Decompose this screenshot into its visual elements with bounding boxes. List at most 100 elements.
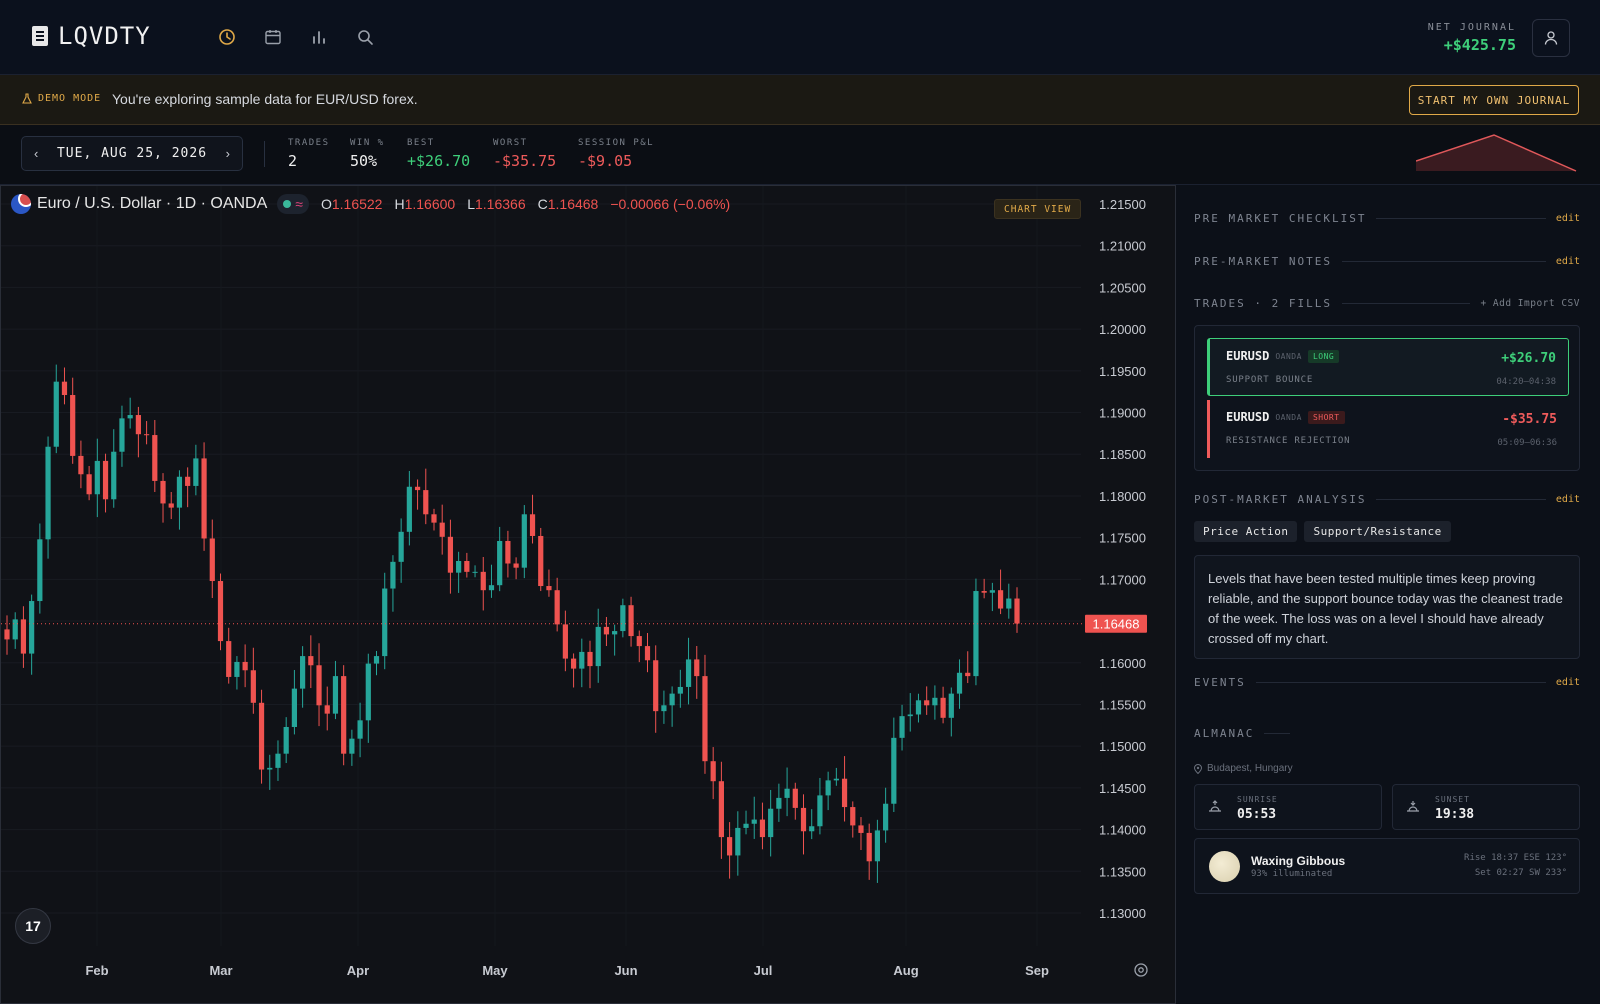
candle-body (193, 458, 199, 486)
analysis-tags: Price Action Support/Resistance (1194, 521, 1451, 542)
candle-body (587, 651, 593, 667)
next-day-button[interactable]: › (226, 146, 230, 161)
candle-body (669, 693, 675, 706)
candle-body (234, 661, 240, 677)
clock-icon[interactable] (216, 26, 238, 48)
x-tick-label: Feb (85, 963, 108, 978)
candle-body (300, 656, 306, 689)
candle-body (398, 531, 404, 562)
bar-chart-icon[interactable] (308, 26, 330, 48)
edit-analysis-link[interactable]: edit (1556, 494, 1580, 505)
stat-label: WORST (493, 138, 528, 148)
low-value: L1.16366 (467, 196, 525, 212)
candle-body (86, 474, 92, 495)
edit-events-link[interactable]: edit (1556, 677, 1580, 688)
divider (1376, 499, 1546, 500)
post-market-header: POST-MARKET ANALYSIS edit (1194, 493, 1580, 506)
trade-row[interactable]: EURUSD OANDA LONG +$26.70 SUPPORT BOUNCE 0… (1207, 338, 1569, 396)
candle-body (20, 619, 27, 654)
stat-value: 2 (288, 152, 298, 170)
stat-value: -$35.75 (493, 152, 557, 170)
tradingview-logo[interactable]: 17 (15, 908, 51, 944)
tag-chip[interactable]: Price Action (1194, 521, 1298, 542)
candle-body (965, 672, 971, 677)
user-avatar-button[interactable] (1532, 19, 1570, 57)
stat-session-pnl: SESSION P&L -$9.05 (578, 138, 654, 170)
symbol-name[interactable]: Euro / U.S. Dollar · 1D · OANDA (37, 195, 267, 213)
stat-value: -$9.05 (578, 152, 633, 170)
x-tick-label: Aug (893, 963, 918, 978)
demo-mode-tag: DEMO MODE (22, 93, 101, 104)
candle-body (291, 688, 297, 727)
candle-body (579, 651, 585, 669)
candle-body (661, 705, 667, 712)
calendar-icon[interactable] (262, 26, 284, 48)
app-logo[interactable]: LQVDTY (32, 22, 151, 50)
candle-body (308, 656, 314, 666)
candle-body (119, 418, 125, 452)
trade-pnl: -$35.75 (1502, 412, 1557, 427)
section-title: PRE MARKET CHECKLIST (1194, 212, 1367, 225)
stat-win-rate: WIN % 50% (350, 138, 385, 170)
trade-time: 04:20–04:38 (1496, 377, 1556, 387)
candle-body (800, 807, 807, 832)
edit-checklist-link[interactable]: edit (1556, 213, 1580, 224)
candle-body (948, 693, 954, 718)
candle-body (127, 415, 133, 419)
y-tick-label: 1.19500 (1099, 364, 1146, 379)
candle-body (349, 738, 355, 754)
ohlc-key: L (467, 196, 475, 212)
trades-header: TRADES · 2 FILLS + Add Import CSV (1194, 297, 1580, 310)
prev-day-button[interactable]: ‹ (34, 146, 38, 161)
demo-message: You're exploring sample data for EUR/USD… (112, 91, 418, 107)
chart-settings-icon[interactable] (1133, 962, 1149, 978)
candle-body (135, 415, 141, 435)
section-title: POST-MARKET ANALYSIS (1194, 493, 1367, 506)
chart-view-badge[interactable]: CHART VIEW (994, 199, 1082, 219)
edit-notes-link[interactable]: edit (1556, 256, 1580, 267)
candle-body (341, 676, 347, 754)
candle-body (357, 720, 363, 739)
user-icon (1544, 31, 1558, 45)
almanac-header: ALMANAC (1194, 727, 1300, 740)
candle-body (456, 561, 462, 573)
ohlc-value: 1.16366 (475, 196, 526, 212)
y-tick-label: 1.18000 (1099, 489, 1146, 504)
candle-body (242, 661, 248, 671)
candle-body (423, 490, 429, 515)
y-tick-label: 1.15500 (1099, 697, 1146, 712)
candle-body (956, 672, 963, 694)
candle-body (497, 540, 503, 586)
price-chart[interactable]: 1.21500 1.21000 1.20500 1.20000 1.19500 1.190… (0, 185, 1176, 1004)
tag-chip[interactable]: Support/Resistance (1304, 521, 1451, 542)
candle-body (891, 737, 897, 804)
add-import-actions[interactable]: + Add Import CSV (1480, 298, 1580, 309)
candle-body (907, 714, 913, 717)
candle-body (554, 590, 560, 625)
candle-body (143, 434, 150, 436)
candle-body (258, 702, 265, 770)
candle-body (480, 571, 486, 591)
price-change: −0.00066 (−0.06%) (610, 196, 731, 212)
candle-body (915, 700, 922, 715)
candle-body (973, 591, 979, 677)
candle-body (981, 591, 987, 593)
sunrise-card: SUNRISE 05:53 (1194, 784, 1382, 830)
chart-canvas[interactable]: 1.21500 1.21000 1.20500 1.20000 1.19500 1.190… (1, 186, 1175, 1003)
y-tick-label: 1.18500 (1099, 447, 1146, 462)
candle-body (176, 476, 183, 508)
stat-value: +$26.70 (407, 152, 471, 170)
candle-body (1014, 598, 1020, 624)
almanac-location: Budapest, Hungary (1194, 763, 1293, 774)
search-icon[interactable] (354, 26, 376, 48)
divider (1255, 682, 1546, 683)
start-journal-button[interactable]: START MY OWN JOURNAL (1409, 85, 1579, 115)
post-market-notes[interactable]: Levels that have been tested multiple ti… (1194, 555, 1580, 659)
location-name: Budapest, Hungary (1207, 763, 1293, 774)
x-tick-label: Jul (754, 963, 773, 978)
sunrise-icon (1209, 800, 1221, 812)
section-title: EVENTS (1194, 676, 1246, 689)
trade-row[interactable]: EURUSD OANDA SHORT -$35.75 RESISTANCE REJE… (1207, 400, 1569, 458)
candle-body (209, 538, 215, 582)
date-picker[interactable]: ‹ TUE, AUG 25, 2026 › (21, 136, 243, 171)
